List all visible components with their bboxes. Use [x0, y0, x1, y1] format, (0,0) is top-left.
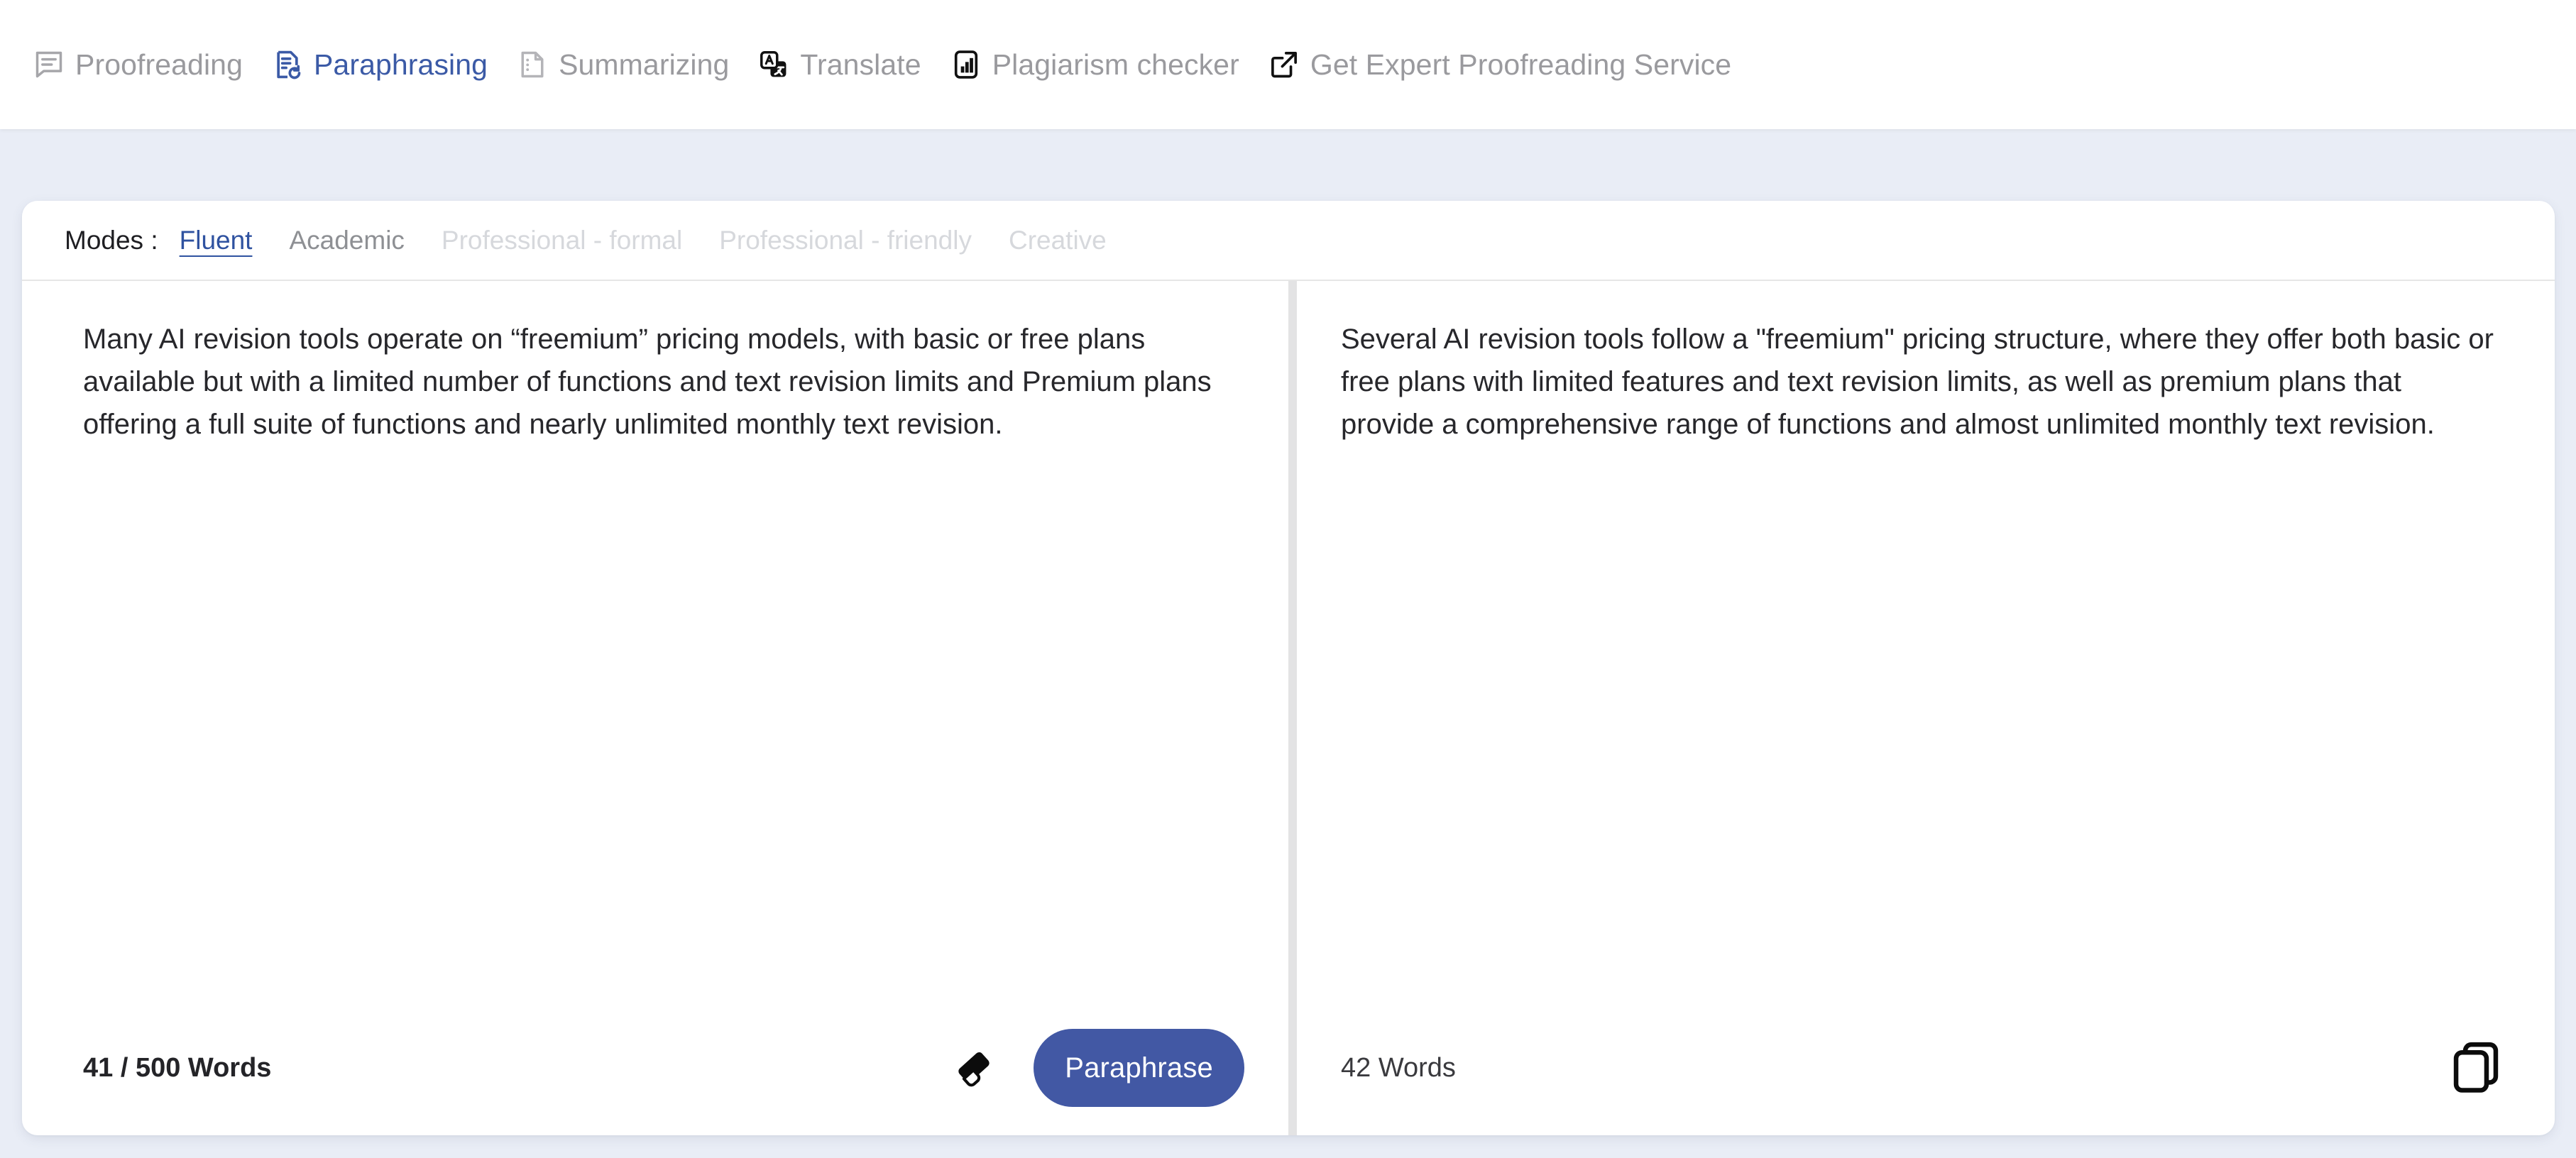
nav-item-proofreading[interactable]: Proofreading: [18, 0, 257, 129]
copy-icon: [2450, 1040, 2501, 1097]
nav-label-proofreading: Proofreading: [75, 48, 243, 81]
mode-academic[interactable]: Academic: [289, 226, 404, 255]
modes-label: Modes :: [65, 225, 158, 255]
nav-label-summarizing: Summarizing: [559, 48, 730, 81]
bar-chart-icon: [950, 48, 982, 81]
input-word-count: 41 / 500 Words: [83, 1052, 272, 1083]
document-revision-icon: [271, 48, 304, 81]
copy-output-button[interactable]: [2448, 1038, 2504, 1098]
paraphrase-button[interactable]: Paraphrase: [1034, 1029, 1244, 1107]
output-text: Several AI revision tools follow a "free…: [1341, 324, 2502, 440]
pane-divider: [1288, 281, 1297, 1135]
translate-icon: [757, 48, 790, 81]
mode-fluent[interactable]: Fluent: [180, 226, 253, 255]
external-link-icon: [1268, 48, 1300, 81]
input-text[interactable]: Many AI revision tools operate on “freem…: [83, 318, 1244, 446]
eraser-icon: [950, 1044, 997, 1093]
output-word-count: 42 Words: [1341, 1052, 1456, 1083]
output-footer: 42 Words: [1297, 1000, 2555, 1135]
nav-label-translate: Translate: [800, 48, 921, 81]
app-page: Proofreading Paraphrasing Summarizing Tr…: [0, 0, 2576, 1158]
paraphrasing-card: Modes : Fluent Academic Professional - f…: [22, 201, 2555, 1135]
input-pane: Many AI revision tools operate on “freem…: [22, 281, 1288, 1135]
nav-label-plagiarism-checker: Plagiarism checker: [992, 48, 1239, 81]
nav-item-expert-service[interactable]: Get Expert Proofreading Service: [1254, 0, 1745, 129]
mode-creative[interactable]: Creative: [1009, 226, 1107, 255]
document-summary-icon: [516, 48, 549, 81]
modes-bar: Modes : Fluent Academic Professional - f…: [22, 201, 2555, 281]
input-textarea-wrapper[interactable]: Many AI revision tools operate on “freem…: [22, 281, 1288, 1000]
editor-panes: Many AI revision tools operate on “freem…: [22, 281, 2555, 1135]
nav-label-expert-service: Get Expert Proofreading Service: [1310, 48, 1732, 81]
comment-lines-icon: [33, 48, 65, 81]
nav-item-plagiarism-checker[interactable]: Plagiarism checker: [936, 0, 1254, 129]
top-navigation-bar: Proofreading Paraphrasing Summarizing Tr…: [0, 0, 2576, 129]
nav-item-translate[interactable]: Translate: [743, 0, 935, 129]
nav-label-paraphrasing: Paraphrasing: [313, 48, 488, 81]
nav-item-paraphrasing[interactable]: Paraphrasing: [257, 0, 502, 129]
input-footer: 41 / 500 Words Paraphrase: [22, 1000, 1288, 1135]
nav-item-summarizing[interactable]: Summarizing: [502, 0, 743, 129]
clear-text-button[interactable]: [947, 1041, 1001, 1095]
output-text-wrapper: Several AI revision tools follow a "free…: [1297, 281, 2555, 1000]
output-pane: Several AI revision tools follow a "free…: [1297, 281, 2555, 1135]
mode-professional-friendly[interactable]: Professional - friendly: [719, 226, 972, 255]
mode-professional-formal[interactable]: Professional - formal: [442, 226, 682, 255]
